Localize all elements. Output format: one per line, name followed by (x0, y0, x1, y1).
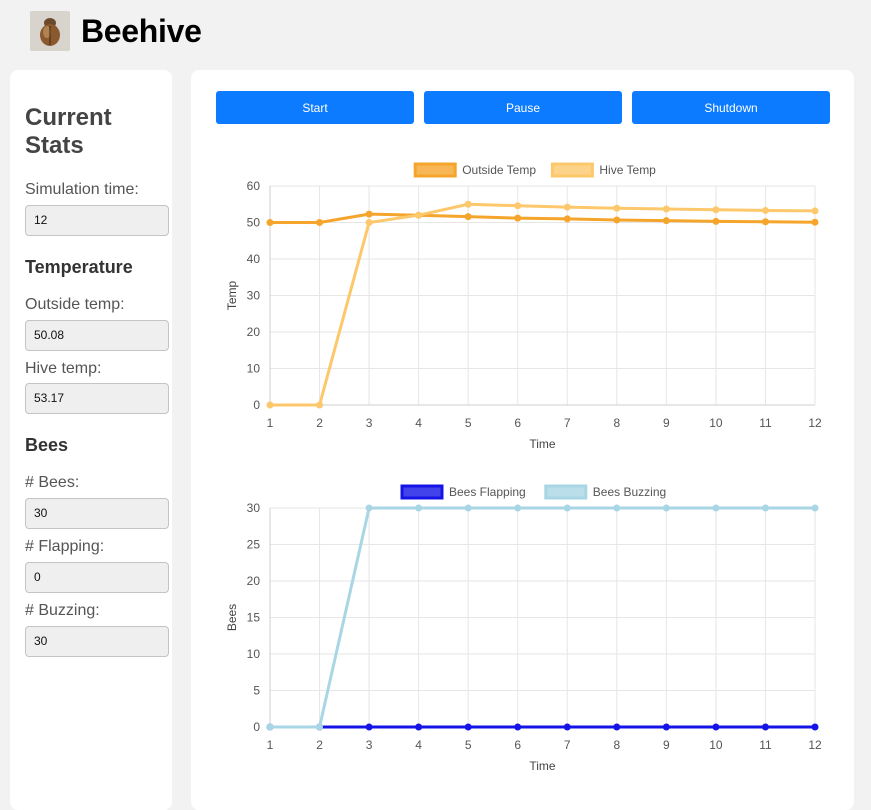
outside-temp-field[interactable]: 50.08 (25, 320, 169, 351)
bees-data-point (563, 504, 571, 512)
bees-data-point (662, 723, 670, 731)
bees-data-point (761, 504, 769, 512)
bees-x-axis-title: Time (529, 759, 556, 773)
main-panel: Start Pause Shutdown 0 10 20 30 40 50 60 1 2 3 4 5 6… (191, 70, 854, 810)
simulation-time-field[interactable]: 12 (25, 205, 169, 236)
bees-data-point (316, 723, 324, 731)
current-stats-panel: Current Stats Simulation time: 12 Temper… (10, 70, 172, 810)
app-header: Beehive (30, 11, 202, 51)
current-stats-heading: Current Stats (25, 104, 112, 159)
bees-data-point (365, 504, 373, 512)
bees-data-point (415, 723, 423, 731)
bees-chart: 0510152025301 2 3 4 5 6 7 8 9 10 11 12TimeBeesBees … (225, 484, 822, 773)
bees-ytick-label: 0 (253, 720, 260, 734)
bees-data-point (563, 723, 571, 731)
bees-count-label: # Bees: (25, 474, 80, 491)
buzzing-count-label: # Buzzing: (25, 602, 100, 619)
bees-xtick-label: 7 (564, 738, 571, 752)
bees-xtick-label: 5 (465, 738, 472, 752)
bees-xtick-label: 9 (663, 738, 670, 752)
bees-data-point (514, 723, 522, 731)
buzzing-count-field[interactable]: 30 (25, 626, 169, 657)
bees-xtick-label: 8 (613, 738, 620, 752)
bees-data-point (712, 723, 720, 731)
bees-data-point (761, 723, 769, 731)
bees-ytick-label: 25 (247, 538, 261, 552)
bees-data-point (712, 504, 720, 512)
app-title: Beehive (81, 12, 202, 49)
flapping-count-label: # Flapping: (25, 538, 105, 555)
temperature-heading: Temperature (25, 257, 133, 277)
flapping-count-field[interactable]: 0 (25, 562, 169, 593)
bees-xtick-label: 1 (267, 738, 274, 752)
bees-ytick-label: 30 (247, 501, 261, 515)
bees-xtick-label: 3 (366, 738, 373, 752)
bees-xtick-label: 2 (316, 738, 323, 752)
bees-xtick-label: 6 (514, 738, 521, 752)
bees-ytick-label: 15 (247, 611, 261, 625)
bees-data-point (514, 504, 522, 512)
bees-data-point (613, 723, 621, 731)
bees-data-point (415, 504, 423, 512)
bees-legend-swatch (544, 484, 588, 500)
bees-data-point (811, 504, 819, 512)
bees-legend-swatch (400, 484, 444, 500)
bees-data-point (613, 504, 621, 512)
bees-data-point (464, 504, 472, 512)
bees-heading: Bees (25, 435, 69, 455)
bees-xtick-label: 12 (808, 738, 822, 752)
outside-temp-label: Outside temp: (25, 296, 125, 313)
hive-temp-field[interactable]: 53.17 (25, 383, 169, 414)
hive-temp-label: Hive temp: (25, 360, 102, 377)
bees-legend-label: Bees Flapping (449, 485, 526, 499)
bees-data-point (365, 723, 373, 731)
bees-ytick-label: 10 (247, 647, 261, 661)
bees-ytick-label: 5 (253, 684, 260, 698)
bees-y-axis-title: Bees (225, 604, 239, 631)
bees-data-point (662, 504, 670, 512)
bees-data-point (266, 723, 274, 731)
bees-xtick-label: 4 (415, 738, 422, 752)
simulation-time-label: Simulation time: (25, 181, 139, 198)
bees-xtick-label: 11 (759, 738, 772, 752)
bees-xtick-label: 10 (709, 738, 723, 752)
bees-data-point (811, 723, 819, 731)
bees-count-field[interactable]: 30 (25, 498, 169, 529)
bees-data-point (464, 723, 472, 731)
bees-ytick-label: 20 (247, 574, 261, 588)
beetle-icon (30, 11, 70, 51)
bees-legend-label: Bees Buzzing (593, 485, 666, 499)
